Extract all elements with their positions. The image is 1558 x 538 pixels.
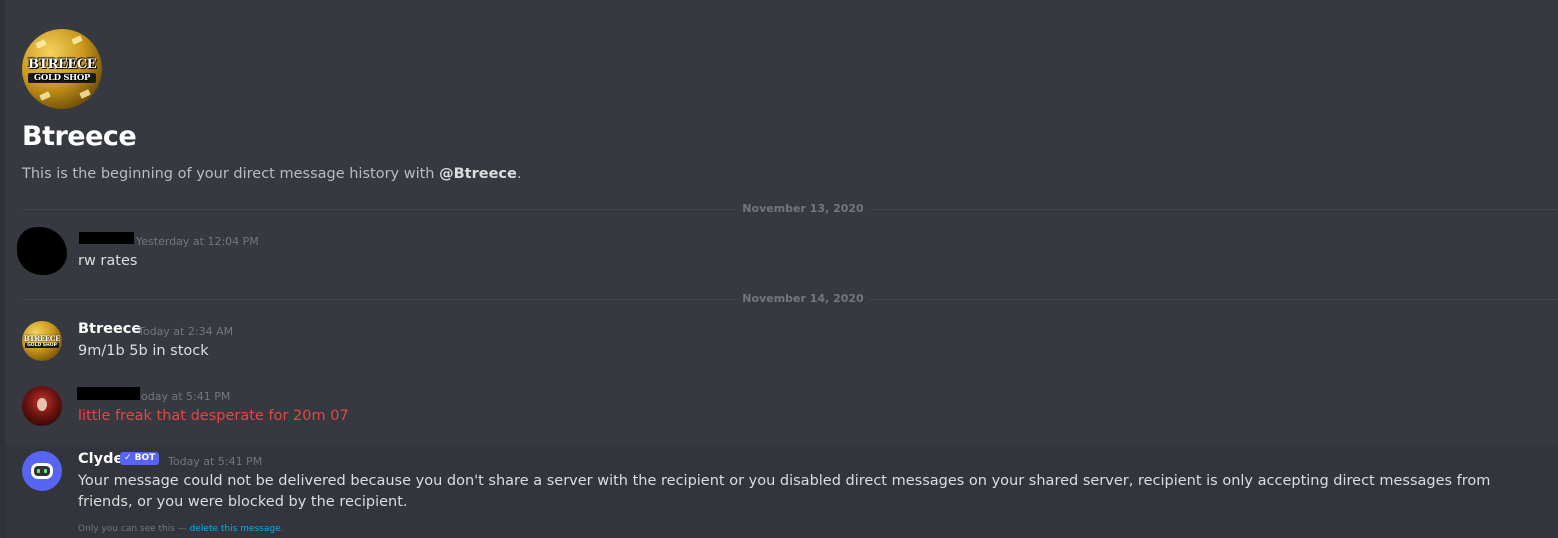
redacted-avatar bbox=[17, 227, 67, 275]
user-avatar[interactable]: BTREECE GOLD SHOP bbox=[22, 321, 62, 361]
dm-header-avatar[interactable]: BTREECE GOLD SHOP bbox=[22, 29, 102, 109]
redacted-username bbox=[77, 387, 140, 400]
message-text: rw rates bbox=[78, 253, 138, 269]
date-divider-label: November 13, 2020 bbox=[736, 202, 870, 215]
delete-message-link[interactable]: delete this message bbox=[190, 524, 281, 534]
message-timestamp[interactable]: Today at 2:34 AM bbox=[138, 325, 233, 338]
message-username[interactable]: Clyde bbox=[78, 451, 123, 467]
ephemeral-note: Only you can see this — delete this mess… bbox=[78, 524, 284, 534]
logo-text-top: BTREECE bbox=[27, 57, 97, 72]
message-text: little freak that desperate for 20m 07 bbox=[78, 408, 349, 424]
redacted-username bbox=[79, 232, 134, 244]
message-text: Your message could not be delivered beca… bbox=[78, 473, 1491, 510]
clyde-avatar[interactable] bbox=[22, 451, 62, 491]
avatar-logo-top: BTREECE bbox=[23, 334, 61, 343]
logo-text-bottom: GOLD SHOP bbox=[28, 73, 96, 83]
avatar-logo-bottom: GOLD SHOP bbox=[25, 343, 59, 348]
date-divider-label: November 14, 2020 bbox=[736, 292, 870, 305]
user-avatar[interactable] bbox=[22, 386, 62, 426]
message-text: 9m/1b 5b in stock bbox=[78, 343, 209, 359]
bot-badge: ✓ BOT bbox=[120, 452, 160, 465]
message-timestamp[interactable]: oday at 5:41 PM bbox=[141, 390, 230, 403]
dm-intro: This is the beginning of your direct mes… bbox=[22, 166, 522, 182]
dm-title: Btreece bbox=[22, 121, 137, 152]
message-timestamp[interactable]: Today at 5:41 PM bbox=[168, 455, 262, 468]
user-mention[interactable]: @Btreece bbox=[439, 166, 517, 182]
message-timestamp[interactable]: Yesterday at 12:04 PM bbox=[136, 235, 259, 248]
avatar-face bbox=[37, 398, 47, 411]
message-username[interactable]: Btreece bbox=[78, 321, 141, 337]
